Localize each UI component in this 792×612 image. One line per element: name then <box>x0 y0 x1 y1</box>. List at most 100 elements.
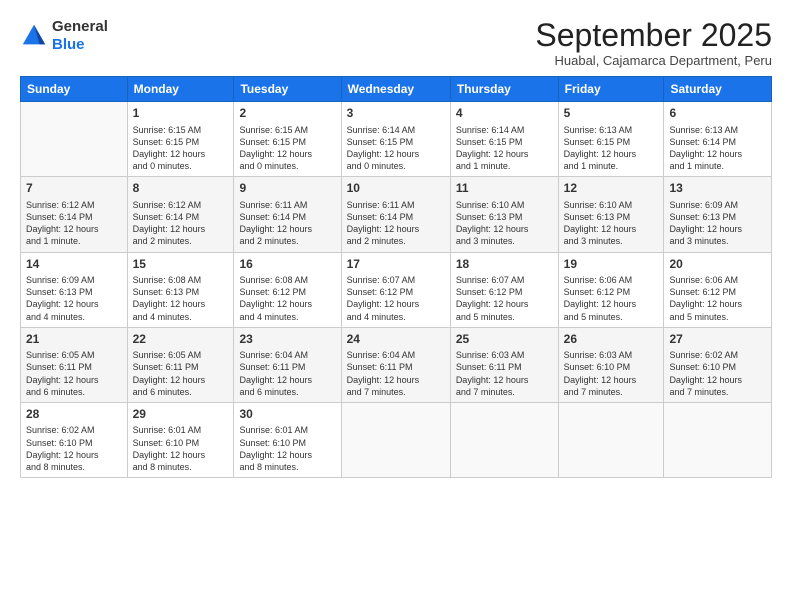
logo-general: General <box>52 18 108 35</box>
header: General Blue September 2025 Huabal, Caja… <box>20 18 772 68</box>
day-info: Sunrise: 6:05 AM Sunset: 6:11 PM Dayligh… <box>133 349 229 398</box>
header-sunday: Sunday <box>21 77 128 102</box>
day-number: 15 <box>133 257 229 273</box>
calendar-cell: 21Sunrise: 6:05 AM Sunset: 6:11 PM Dayli… <box>21 327 128 402</box>
calendar-cell: 30Sunrise: 6:01 AM Sunset: 6:10 PM Dayli… <box>234 402 341 477</box>
day-number: 23 <box>239 332 335 348</box>
calendar-header-row: SundayMondayTuesdayWednesdayThursdayFrid… <box>21 77 772 102</box>
day-number: 13 <box>669 181 766 197</box>
day-info: Sunrise: 6:01 AM Sunset: 6:10 PM Dayligh… <box>133 424 229 473</box>
day-info: Sunrise: 6:10 AM Sunset: 6:13 PM Dayligh… <box>564 199 659 248</box>
day-number: 28 <box>26 407 122 423</box>
day-info: Sunrise: 6:06 AM Sunset: 6:12 PM Dayligh… <box>669 274 766 323</box>
calendar-cell: 14Sunrise: 6:09 AM Sunset: 6:13 PM Dayli… <box>21 252 128 327</box>
title-block: September 2025 Huabal, Cajamarca Departm… <box>535 18 772 68</box>
day-number: 11 <box>456 181 553 197</box>
week-row-1: 1 Sunrise: 6:15 AM Sunset: 6:15 PM Daylig… <box>21 102 772 177</box>
day-info: Sunrise: 6:13 AM Sunset: 6:15 PM Dayligh… <box>564 124 659 173</box>
calendar-cell: 11 Sunrise: 6:10 AM Sunset: 6:13 PM Dayli… <box>450 177 558 252</box>
day-info: Sunrise: 6:10 AM Sunset: 6:13 PM Dayligh… <box>456 199 553 248</box>
day-number: 25 <box>456 332 553 348</box>
day-info: Sunrise: 6:02 AM Sunset: 6:10 PM Dayligh… <box>26 424 122 473</box>
calendar-cell: 24Sunrise: 6:04 AM Sunset: 6:11 PM Dayli… <box>341 327 450 402</box>
header-tuesday: Tuesday <box>234 77 341 102</box>
subtitle: Huabal, Cajamarca Department, Peru <box>535 53 772 68</box>
week-row-3: 14Sunrise: 6:09 AM Sunset: 6:13 PM Dayli… <box>21 252 772 327</box>
day-number: 5 <box>564 106 659 122</box>
day-info: Sunrise: 6:07 AM Sunset: 6:12 PM Dayligh… <box>347 274 445 323</box>
header-monday: Monday <box>127 77 234 102</box>
week-row-4: 21Sunrise: 6:05 AM Sunset: 6:11 PM Dayli… <box>21 327 772 402</box>
calendar-cell: 16Sunrise: 6:08 AM Sunset: 6:12 PM Dayli… <box>234 252 341 327</box>
day-number: 20 <box>669 257 766 273</box>
calendar-cell <box>664 402 772 477</box>
calendar-cell <box>558 402 664 477</box>
day-info: Sunrise: 6:09 AM Sunset: 6:13 PM Dayligh… <box>669 199 766 248</box>
day-info: Sunrise: 6:04 AM Sunset: 6:11 PM Dayligh… <box>347 349 445 398</box>
calendar-cell: 25Sunrise: 6:03 AM Sunset: 6:11 PM Dayli… <box>450 327 558 402</box>
calendar-cell: 13 Sunrise: 6:09 AM Sunset: 6:13 PM Dayli… <box>664 177 772 252</box>
day-info: Sunrise: 6:12 AM Sunset: 6:14 PM Dayligh… <box>133 199 229 248</box>
page: General Blue September 2025 Huabal, Caja… <box>0 0 792 612</box>
calendar-cell: 5 Sunrise: 6:13 AM Sunset: 6:15 PM Daylig… <box>558 102 664 177</box>
day-number: 18 <box>456 257 553 273</box>
calendar-cell <box>21 102 128 177</box>
day-number: 16 <box>239 257 335 273</box>
day-number: 4 <box>456 106 553 122</box>
calendar-cell: 9Sunrise: 6:11 AM Sunset: 6:14 PM Daylig… <box>234 177 341 252</box>
header-wednesday: Wednesday <box>341 77 450 102</box>
calendar-cell: 15Sunrise: 6:08 AM Sunset: 6:13 PM Dayli… <box>127 252 234 327</box>
calendar-cell <box>341 402 450 477</box>
day-number: 30 <box>239 407 335 423</box>
day-info: Sunrise: 6:15 AM Sunset: 6:15 PM Dayligh… <box>239 124 335 173</box>
calendar-cell: 8 Sunrise: 6:12 AM Sunset: 6:14 PM Daylig… <box>127 177 234 252</box>
day-info: Sunrise: 6:12 AM Sunset: 6:14 PM Dayligh… <box>26 199 122 248</box>
calendar-cell: 10Sunrise: 6:11 AM Sunset: 6:14 PM Dayli… <box>341 177 450 252</box>
header-saturday: Saturday <box>664 77 772 102</box>
day-number: 3 <box>347 106 445 122</box>
day-number: 8 <box>133 181 229 197</box>
day-number: 12 <box>564 181 659 197</box>
day-number: 6 <box>669 106 766 122</box>
day-info: Sunrise: 6:08 AM Sunset: 6:13 PM Dayligh… <box>133 274 229 323</box>
day-number: 19 <box>564 257 659 273</box>
day-number: 9 <box>239 181 335 197</box>
day-info: Sunrise: 6:04 AM Sunset: 6:11 PM Dayligh… <box>239 349 335 398</box>
day-number: 17 <box>347 257 445 273</box>
calendar-cell: 3Sunrise: 6:14 AM Sunset: 6:15 PM Daylig… <box>341 102 450 177</box>
logo: General Blue <box>20 18 108 54</box>
calendar-cell <box>450 402 558 477</box>
day-number: 7 <box>26 181 122 197</box>
day-info: Sunrise: 6:09 AM Sunset: 6:13 PM Dayligh… <box>26 274 122 323</box>
logo-icon <box>20 22 48 50</box>
week-row-2: 7 Sunrise: 6:12 AM Sunset: 6:14 PM Daylig… <box>21 177 772 252</box>
calendar-cell: 1 Sunrise: 6:15 AM Sunset: 6:15 PM Daylig… <box>127 102 234 177</box>
day-number: 1 <box>133 106 229 122</box>
day-info: Sunrise: 6:03 AM Sunset: 6:10 PM Dayligh… <box>564 349 659 398</box>
day-number: 14 <box>26 257 122 273</box>
day-number: 29 <box>133 407 229 423</box>
calendar-cell: 28Sunrise: 6:02 AM Sunset: 6:10 PM Dayli… <box>21 402 128 477</box>
day-info: Sunrise: 6:05 AM Sunset: 6:11 PM Dayligh… <box>26 349 122 398</box>
calendar-cell: 18Sunrise: 6:07 AM Sunset: 6:12 PM Dayli… <box>450 252 558 327</box>
calendar-cell: 12 Sunrise: 6:10 AM Sunset: 6:13 PM Dayli… <box>558 177 664 252</box>
week-row-5: 28Sunrise: 6:02 AM Sunset: 6:10 PM Dayli… <box>21 402 772 477</box>
day-info: Sunrise: 6:08 AM Sunset: 6:12 PM Dayligh… <box>239 274 335 323</box>
header-friday: Friday <box>558 77 664 102</box>
day-number: 10 <box>347 181 445 197</box>
calendar: SundayMondayTuesdayWednesdayThursdayFrid… <box>20 76 772 478</box>
day-number: 27 <box>669 332 766 348</box>
logo-text: General Blue <box>52 18 108 54</box>
month-title: September 2025 <box>535 18 772 53</box>
header-thursday: Thursday <box>450 77 558 102</box>
calendar-cell: 26Sunrise: 6:03 AM Sunset: 6:10 PM Dayli… <box>558 327 664 402</box>
calendar-cell: 4Sunrise: 6:14 AM Sunset: 6:15 PM Daylig… <box>450 102 558 177</box>
day-number: 24 <box>347 332 445 348</box>
day-info: Sunrise: 6:03 AM Sunset: 6:11 PM Dayligh… <box>456 349 553 398</box>
day-info: Sunrise: 6:15 AM Sunset: 6:15 PM Dayligh… <box>133 124 229 173</box>
day-info: Sunrise: 6:13 AM Sunset: 6:14 PM Dayligh… <box>669 124 766 173</box>
day-info: Sunrise: 6:06 AM Sunset: 6:12 PM Dayligh… <box>564 274 659 323</box>
calendar-cell: 22Sunrise: 6:05 AM Sunset: 6:11 PM Dayli… <box>127 327 234 402</box>
calendar-cell: 7 Sunrise: 6:12 AM Sunset: 6:14 PM Daylig… <box>21 177 128 252</box>
day-info: Sunrise: 6:02 AM Sunset: 6:10 PM Dayligh… <box>669 349 766 398</box>
